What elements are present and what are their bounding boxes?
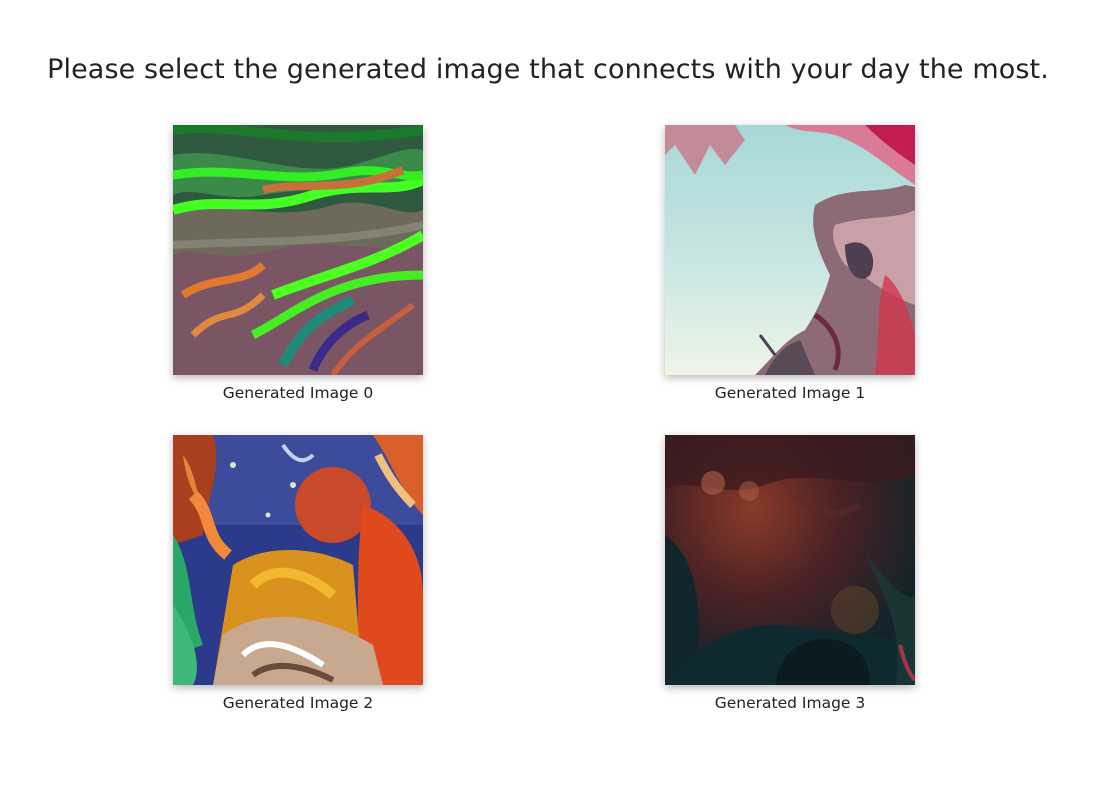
image-option-1[interactable]: Generated Image 1 xyxy=(665,125,915,402)
image-option-0[interactable]: Generated Image 0 xyxy=(173,125,423,402)
generated-image-1[interactable] xyxy=(665,125,915,375)
image-option-3[interactable]: Generated Image 3 xyxy=(665,435,915,712)
image-caption-2: Generated Image 2 xyxy=(222,694,374,712)
generated-image-0[interactable] xyxy=(173,125,423,375)
page-prompt: Please select the generated image that c… xyxy=(47,54,1049,85)
image-option-2[interactable]: Generated Image 2 xyxy=(173,435,423,712)
image-caption-0: Generated Image 0 xyxy=(222,384,374,402)
image-caption-3: Generated Image 3 xyxy=(714,694,866,712)
generated-image-2[interactable] xyxy=(173,435,423,685)
generated-image-3[interactable] xyxy=(665,435,915,685)
image-caption-1: Generated Image 1 xyxy=(714,384,866,402)
